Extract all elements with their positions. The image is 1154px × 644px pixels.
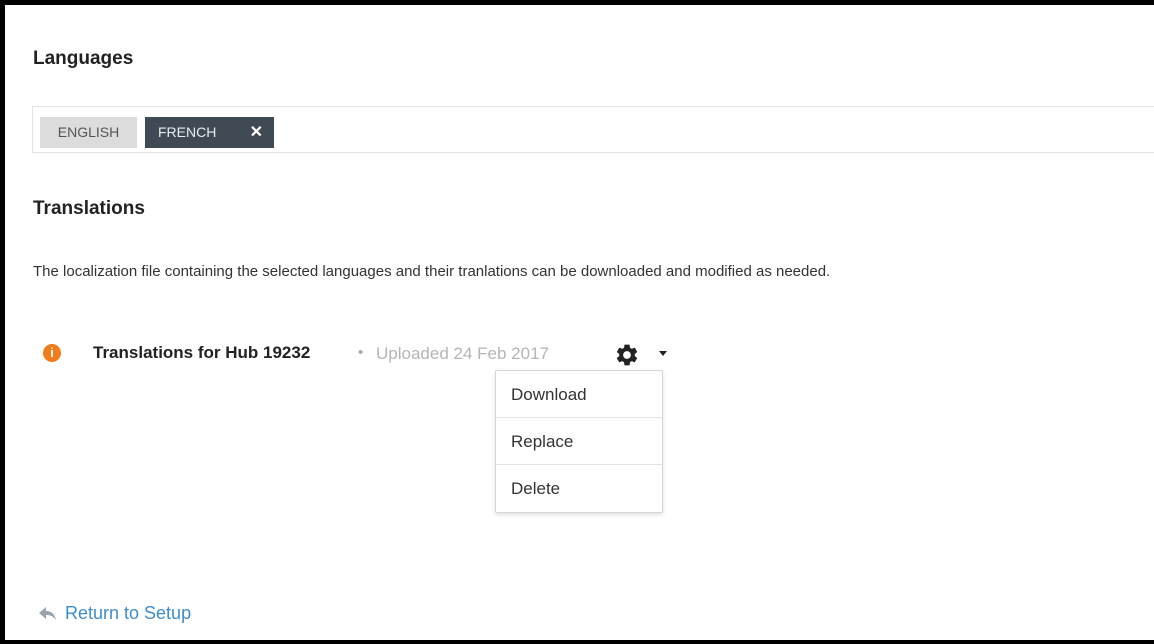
file-actions-button[interactable] (614, 341, 674, 367)
reply-arrow-icon (39, 607, 56, 620)
file-actions-menu: Download Replace Delete (495, 370, 663, 513)
return-to-setup-label[interactable]: Return to Setup (65, 603, 191, 624)
chevron-down-icon[interactable] (659, 351, 667, 356)
separator-dot: • (358, 344, 364, 361)
page-frame: Languages ENGLISH FRENCH ✕ Translations … (0, 0, 1154, 644)
gear-icon[interactable] (614, 342, 640, 368)
info-icon: i (43, 344, 61, 362)
upload-date: Uploaded 24 Feb 2017 (376, 344, 549, 363)
language-tag-english[interactable]: ENGLISH (40, 117, 137, 148)
translations-description: The localization file containing the sel… (33, 263, 831, 280)
translation-file-name: Translations for Hub 19232 (93, 343, 311, 362)
language-tag-french-label: FRENCH (158, 124, 217, 140)
translation-file-row: i Translations for Hub 19232 • Uploaded … (43, 341, 743, 367)
menu-item-delete[interactable]: Delete (496, 465, 662, 512)
menu-item-replace[interactable]: Replace (496, 418, 662, 465)
language-tag-input[interactable]: ENGLISH FRENCH ✕ (32, 106, 1154, 153)
menu-item-download[interactable]: Download (496, 371, 662, 418)
translations-heading: Translations (33, 198, 145, 219)
languages-heading: Languages (33, 48, 134, 69)
remove-tag-icon[interactable]: ✕ (250, 117, 263, 148)
language-tag-french[interactable]: FRENCH ✕ (145, 117, 274, 148)
